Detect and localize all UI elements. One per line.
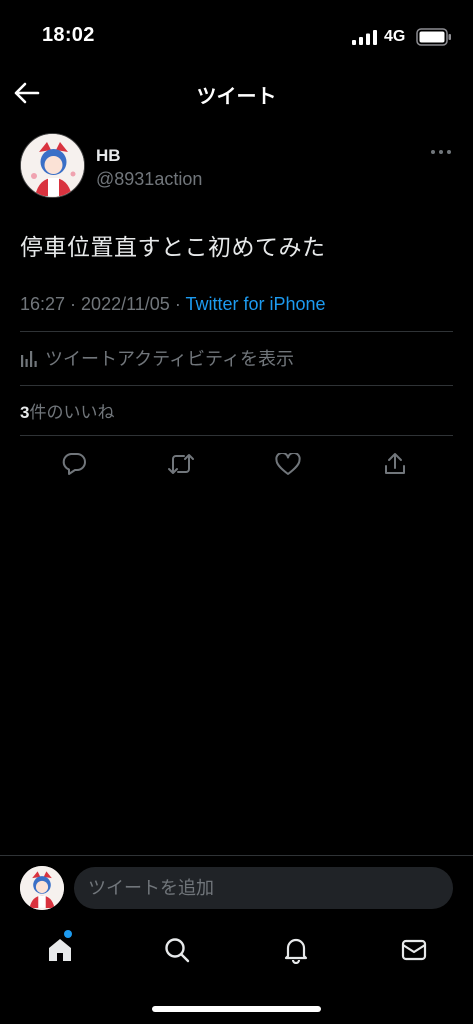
nav-bar: ツイート (0, 72, 473, 118)
likes-label: 件のいいね (29, 403, 115, 422)
tab-search[interactable] (153, 928, 201, 972)
tweet-action-bar (0, 446, 473, 482)
divider (20, 385, 453, 386)
status-time: 18:02 (42, 24, 95, 46)
tweet-meta: 16:27 · 2022/11/05 · Twitter for iPhone (20, 294, 326, 315)
meta-separator: · (65, 294, 82, 314)
signal-icon (352, 30, 377, 45)
share-icon (385, 453, 405, 474)
avatar-image (20, 866, 64, 910)
avatar[interactable] (20, 133, 85, 198)
more-icon[interactable] (428, 144, 454, 160)
tab-bar (0, 924, 473, 1024)
divider (20, 435, 453, 436)
tweet-time: 16:27 (20, 294, 66, 314)
share-button[interactable] (375, 446, 415, 482)
mail-icon (401, 939, 427, 961)
avatar-image (21, 134, 84, 197)
bell-icon (284, 938, 308, 964)
home-indicator[interactable] (152, 1006, 321, 1012)
divider (20, 331, 453, 332)
heart-icon (275, 452, 301, 475)
retweet-icon (168, 454, 194, 474)
battery-icon (416, 28, 451, 46)
tab-notifications[interactable] (272, 928, 320, 972)
display-name[interactable]: HB (96, 146, 121, 166)
meta-separator: · (169, 294, 186, 314)
reply-button[interactable] (54, 446, 94, 482)
reply-icon (62, 453, 86, 475)
tab-messages[interactable] (390, 928, 438, 972)
status-bar: 18:02 4G (0, 0, 473, 72)
activity-label: ツイートアクティビティを表示 (45, 349, 294, 369)
tweet-source-link[interactable]: Twitter for iPhone (185, 294, 325, 314)
tweet-activity-link[interactable]: ツイートアクティビティを表示 (20, 344, 294, 372)
home-icon (49, 939, 71, 961)
avatar[interactable] (20, 866, 64, 910)
page-title: ツイート (196, 86, 277, 108)
user-handle[interactable]: @8931action (96, 169, 202, 190)
like-button[interactable] (268, 446, 308, 482)
likes-link[interactable]: 3件のいいね (20, 398, 114, 423)
search-icon (165, 938, 190, 963)
retweet-button[interactable] (161, 446, 201, 482)
reply-input[interactable] (74, 867, 453, 909)
tweet-date: 2022/11/05 (81, 294, 170, 314)
bar-chart-icon (21, 351, 37, 367)
tab-home[interactable] (36, 928, 84, 972)
tweet-text: 停車位置直すとこ初めてみた (20, 234, 326, 260)
notification-dot (64, 930, 72, 938)
network-label: 4G (384, 28, 406, 45)
